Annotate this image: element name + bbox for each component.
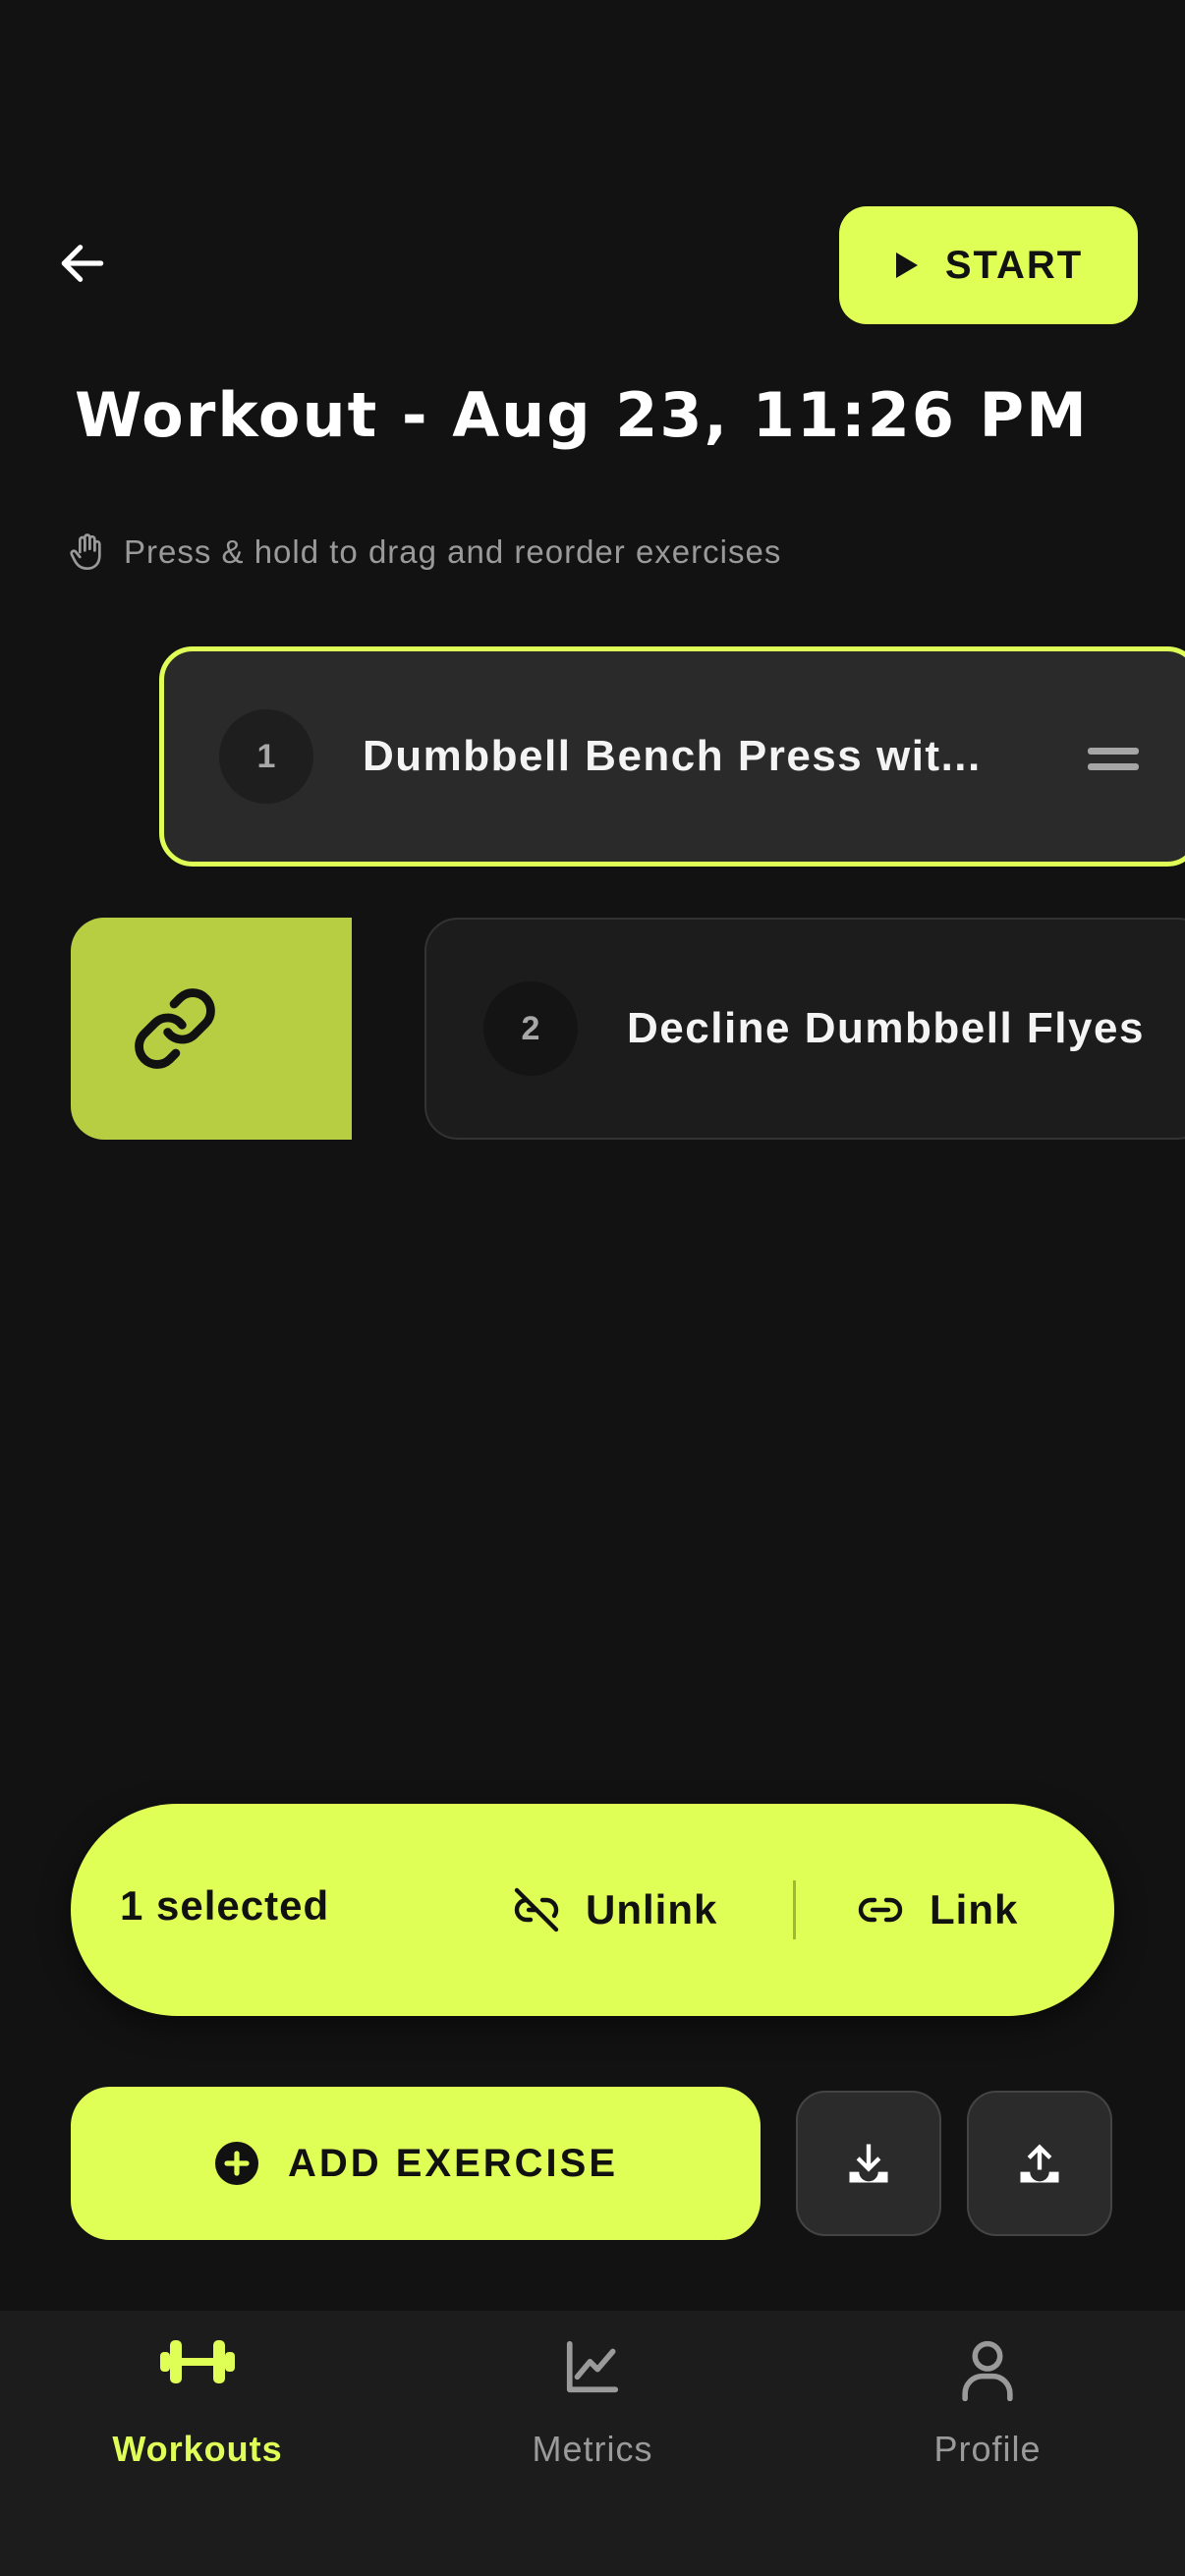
start-button-label: START (944, 243, 1084, 287)
add-exercise-label: ADD EXERCISE (287, 2141, 619, 2185)
selection-toolbar: 1 selected Unlink Link (71, 1804, 1114, 2016)
upload-button[interactable] (967, 2091, 1112, 2236)
exercise-number: 1 (219, 709, 313, 804)
dumbbell-icon (160, 2340, 235, 2383)
plus-circle-icon (214, 2142, 258, 2185)
selection-count: 1 selected (120, 1882, 330, 1929)
download-button[interactable] (796, 2091, 941, 2236)
unlink-button[interactable]: Unlink (513, 1871, 717, 1949)
hand-icon (70, 533, 101, 571)
tab-label: Profile (933, 2429, 1042, 2469)
upload-icon (1020, 2144, 1059, 2183)
back-button[interactable] (47, 228, 118, 299)
person-icon (962, 2340, 1013, 2401)
tab-workouts[interactable]: Workouts (0, 2311, 395, 2488)
link-icon (858, 1897, 903, 1923)
link-button[interactable]: Link (857, 1871, 1018, 1949)
unlink-icon (514, 1887, 559, 1932)
start-button[interactable]: START (839, 206, 1138, 324)
play-icon (895, 252, 918, 278)
add-exercise-button[interactable]: ADD EXERCISE (71, 2087, 761, 2240)
workout-screen: START Workout - Aug 23, 11:26 PM Press &… (0, 0, 1185, 2576)
link-icon (135, 988, 215, 1069)
page-title: Workout - Aug 23, 11:26 PM (75, 379, 1089, 451)
bottom-tab-bar: Workouts Metrics Profile (0, 2311, 1185, 2576)
toolbar-divider (793, 1880, 796, 1939)
exercise-number: 2 (483, 981, 578, 1076)
drag-handle-icon[interactable] (1088, 740, 1143, 779)
exercise-name: Dumbbell Bench Press wit... (363, 732, 982, 780)
link-swipe-action[interactable] (71, 918, 352, 1140)
chart-icon (566, 2340, 619, 2393)
tab-profile[interactable]: Profile (790, 2311, 1185, 2488)
tab-label: Workouts (112, 2429, 283, 2469)
arrow-left-icon (61, 245, 104, 282)
exercise-card[interactable]: 2 Decline Dumbbell Flyes (424, 918, 1185, 1140)
drag-hint-text: Press & hold to drag and reorder exercis… (124, 533, 782, 570)
download-icon (849, 2144, 888, 2183)
exercise-name: Decline Dumbbell Flyes (627, 1004, 1145, 1052)
exercise-card-selected[interactable]: 1 Dumbbell Bench Press wit... (159, 646, 1185, 867)
tab-metrics[interactable]: Metrics (395, 2311, 790, 2488)
drag-hint: Press & hold to drag and reorder exercis… (67, 531, 781, 574)
tab-label: Metrics (532, 2429, 653, 2469)
link-label: Link (930, 1886, 1019, 1932)
unlink-label: Unlink (586, 1886, 718, 1932)
